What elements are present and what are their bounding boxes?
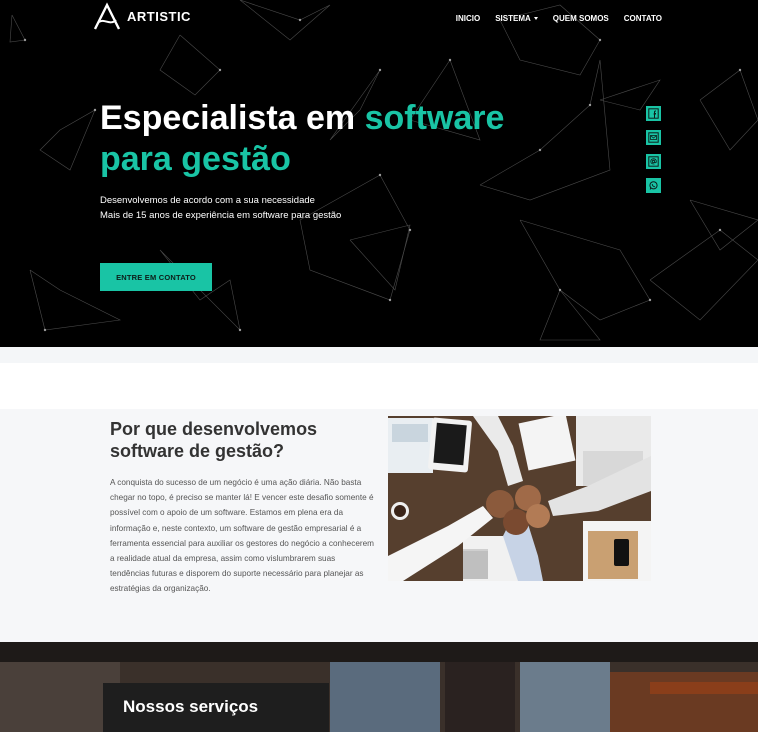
hero-title-accent2: para gestão bbox=[100, 140, 291, 178]
brand-name: ARTISTIC bbox=[127, 8, 191, 24]
contact-button[interactable]: ENTRE EM CONTATO bbox=[100, 263, 212, 291]
hero-title-accent1: software bbox=[364, 99, 505, 137]
whatsapp-icon[interactable] bbox=[646, 178, 661, 193]
about-text: A conquista do sucesso de um negócio é u… bbox=[110, 478, 374, 594]
social-links bbox=[646, 106, 661, 193]
hero-subtitle-line1: Desenvolvemos de acordo com a sua necess… bbox=[100, 195, 315, 206]
logo-icon bbox=[93, 2, 121, 30]
hero-subtitle-line2: Mais de 15 anos de experiência em softwa… bbox=[100, 210, 342, 221]
services-title: Nossos serviços bbox=[123, 697, 259, 716]
nav-item-quem-somos[interactable]: QUEM SOMOS bbox=[553, 14, 609, 23]
facebook-icon[interactable] bbox=[646, 106, 661, 121]
caret-down-icon bbox=[533, 17, 538, 21]
services-title-box: Nossos serviços bbox=[103, 683, 329, 732]
hero-subtitle: Desenvolvemos de acordo com a sua necess… bbox=[100, 193, 341, 223]
about-title: Por que desenvolvemos software de gestão… bbox=[110, 419, 318, 461]
services-section: Nossos serviços bbox=[0, 642, 758, 732]
hero-title: Especialista em software para gestão bbox=[100, 98, 520, 180]
nav-item-contato[interactable]: CONTATO bbox=[624, 14, 662, 23]
main-nav: INICIO SISTEMA QUEM SOMOS CONTATO bbox=[456, 14, 662, 23]
hero-section: ARTISTIC INICIO SISTEMA QUEM SOMOS CONTA… bbox=[0, 0, 758, 347]
teamwork-photo bbox=[388, 416, 651, 581]
nav-item-sistema-label: SISTEMA bbox=[495, 14, 531, 23]
brand-logo[interactable]: ARTISTIC bbox=[92, 0, 191, 32]
nav-item-sistema[interactable]: SISTEMA bbox=[495, 14, 538, 23]
at-icon[interactable] bbox=[646, 154, 661, 169]
mail-icon[interactable] bbox=[646, 130, 661, 145]
nav-item-inicio[interactable]: INICIO bbox=[456, 14, 480, 23]
about-section: Por que desenvolvemos software de gestão… bbox=[0, 409, 758, 642]
hero-title-part1: Especialista em bbox=[100, 99, 365, 137]
section-spacer bbox=[0, 347, 758, 409]
